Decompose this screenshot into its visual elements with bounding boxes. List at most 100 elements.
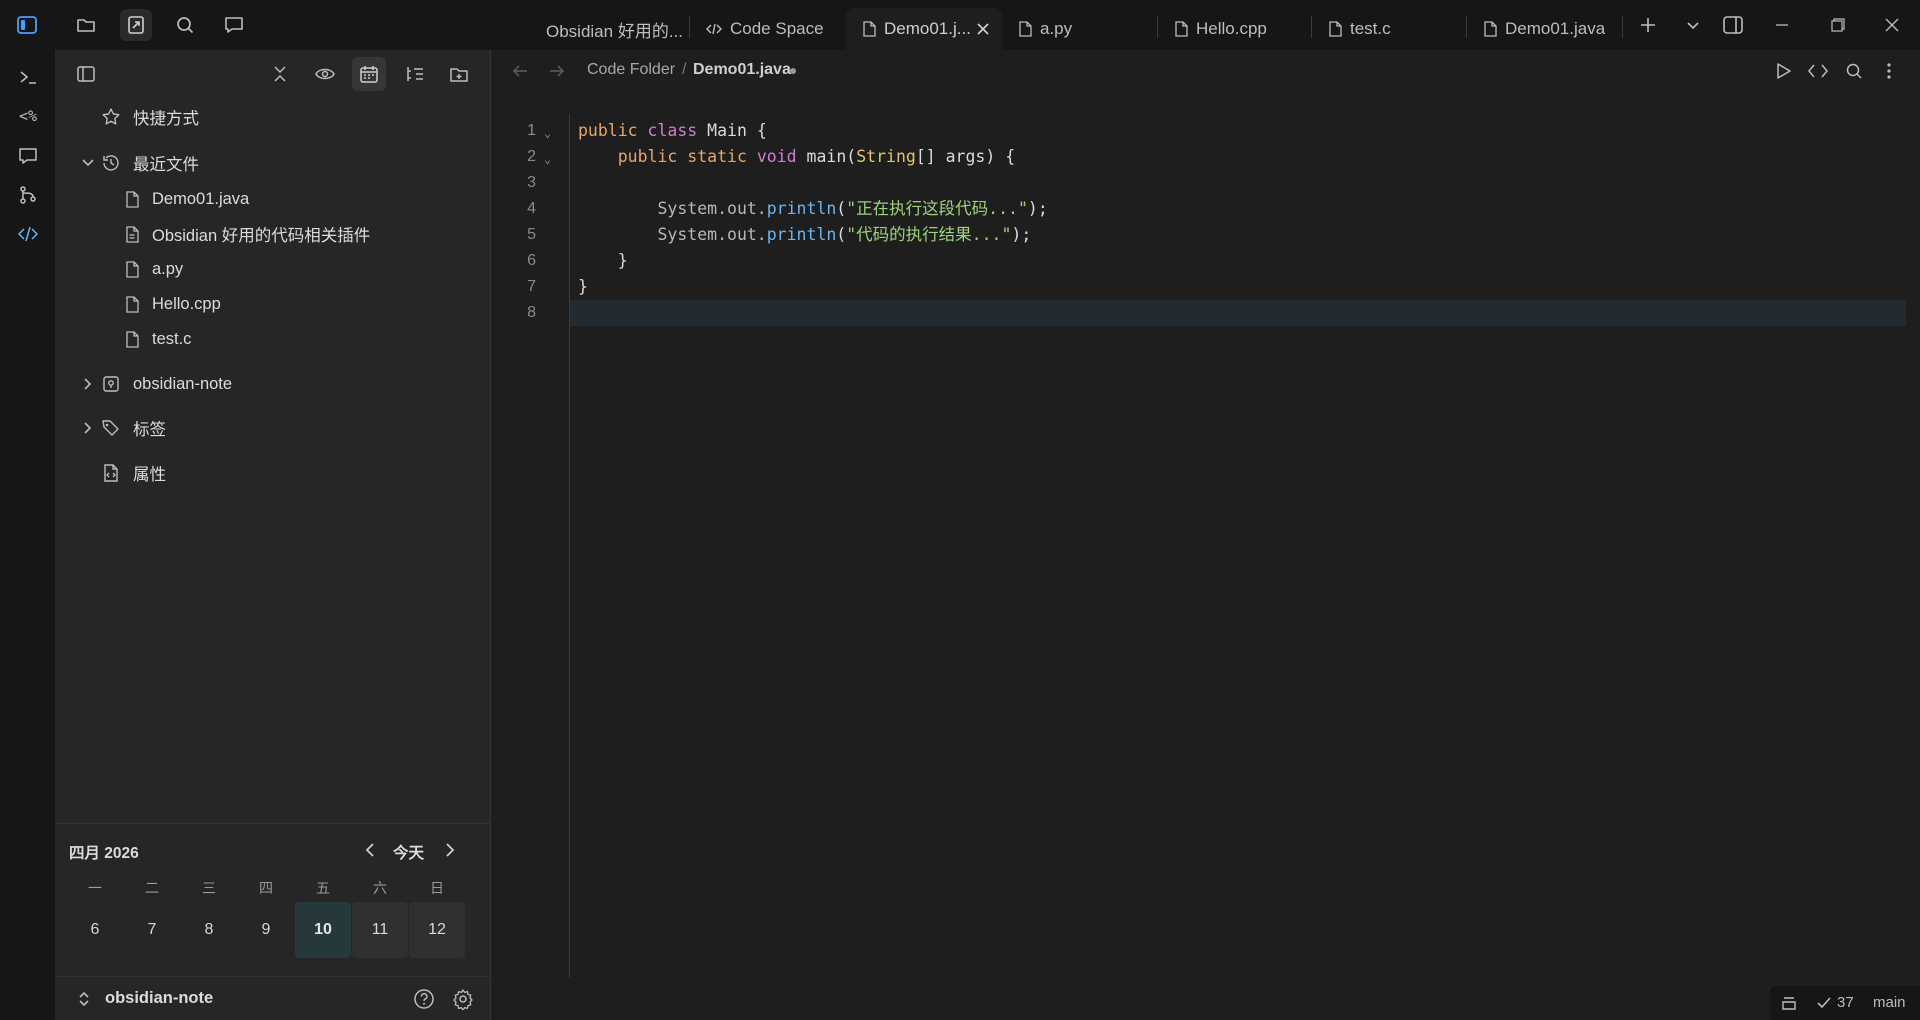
back-arrow-icon[interactable] bbox=[509, 59, 533, 83]
new-tab-plus-icon[interactable] bbox=[1632, 9, 1664, 41]
calendar-day[interactable]: 9 bbox=[238, 902, 294, 958]
calendar-today-button[interactable]: 今天 bbox=[393, 841, 424, 863]
git-branch-label[interactable]: main bbox=[1873, 994, 1906, 1011]
recent-files-section[interactable]: 最近文件 bbox=[55, 146, 491, 180]
sort-tree-icon[interactable] bbox=[398, 57, 432, 91]
chevron-right-icon[interactable] bbox=[81, 377, 95, 391]
calendar-next-icon[interactable] bbox=[442, 841, 458, 859]
file-sidebar: 快捷方式 最近文件 Demo01.java Obsidian 好用的代码相关插件… bbox=[55, 50, 491, 1020]
properties-icon bbox=[101, 463, 121, 483]
sidebar-toggle-icon[interactable] bbox=[11, 9, 43, 41]
tab-demo01-java-active[interactable]: Demo01.j... bbox=[846, 8, 1002, 50]
vault-name: obsidian-note bbox=[105, 989, 214, 1007]
restore-icon[interactable] bbox=[1822, 9, 1854, 41]
breadcrumb-file[interactable]: Demo01.java bbox=[693, 61, 791, 79]
bookmarks-section[interactable]: 快捷方式 bbox=[55, 100, 491, 134]
code-text: public class Main { bbox=[578, 121, 767, 140]
code-text: } bbox=[578, 277, 588, 296]
minimize-icon[interactable] bbox=[1766, 9, 1798, 41]
comment-icon[interactable] bbox=[13, 141, 43, 171]
code-line: 8 bbox=[492, 300, 1906, 326]
calendar-prev-icon[interactable] bbox=[362, 841, 378, 859]
folder-icon[interactable] bbox=[70, 9, 102, 41]
calendar-icon[interactable] bbox=[352, 57, 386, 91]
status-bar: 37 main bbox=[1770, 986, 1920, 1020]
file-icon bbox=[1174, 21, 1188, 37]
file-icon bbox=[125, 295, 139, 313]
close-icon[interactable] bbox=[974, 20, 992, 38]
eye-icon[interactable] bbox=[308, 57, 342, 91]
calendar-day[interactable]: 6 bbox=[67, 902, 123, 958]
document-icon bbox=[125, 225, 139, 243]
chat-icon[interactable] bbox=[218, 9, 250, 41]
line-number: 5 bbox=[527, 226, 536, 243]
calendar-day[interactable]: 11 bbox=[352, 902, 408, 958]
line-number: 7 bbox=[527, 278, 536, 295]
recent-file-label: test.c bbox=[152, 329, 192, 348]
tab-test-c[interactable]: test.c bbox=[1312, 8, 1468, 50]
status-count: 37 bbox=[1837, 994, 1854, 1011]
gear-icon[interactable] bbox=[452, 988, 474, 1010]
calendar-day-today[interactable]: 10 bbox=[295, 902, 351, 958]
calendar-day[interactable]: 12 bbox=[409, 902, 465, 958]
vault-folder-section[interactable]: obsidian-note bbox=[55, 367, 491, 401]
calendar-day[interactable]: 8 bbox=[181, 902, 237, 958]
editor-header: Code Folder / Demo01.java bbox=[492, 50, 1920, 90]
code-icon[interactable] bbox=[13, 219, 43, 249]
recent-file-label: Obsidian 好用的代码相关插件 bbox=[152, 227, 371, 245]
code-text: public static void main(String[] args) { bbox=[617, 147, 1016, 166]
file-icon bbox=[1483, 21, 1497, 37]
tab-label: Demo01.j... bbox=[884, 19, 971, 38]
tab-label: Code Space bbox=[730, 19, 824, 38]
recent-file-label: a.py bbox=[152, 259, 184, 278]
chevron-up-down-icon[interactable] bbox=[77, 990, 91, 1008]
terminal-icon[interactable] bbox=[13, 62, 43, 92]
code-view-icon[interactable] bbox=[1806, 59, 1830, 83]
calendar-day[interactable]: 7 bbox=[124, 902, 180, 958]
left-ribbon: <% bbox=[0, 50, 55, 1020]
git-branch-icon[interactable] bbox=[13, 180, 43, 210]
code-line: 4 System.out.println("正在执行这段代码..."); bbox=[492, 196, 1906, 222]
search-icon[interactable] bbox=[169, 9, 201, 41]
properties-label: 属性 bbox=[133, 466, 166, 484]
window-close-icon[interactable] bbox=[1876, 9, 1908, 41]
chevron-down-icon[interactable] bbox=[81, 156, 95, 170]
tags-section[interactable]: 标签 bbox=[55, 411, 491, 445]
weekday-label: 五 bbox=[316, 880, 330, 896]
chevron-right-icon[interactable] bbox=[81, 421, 95, 435]
tab-list-chevron-down-icon[interactable] bbox=[1677, 9, 1709, 41]
fold-chevron-icon[interactable]: ⌄ bbox=[544, 146, 551, 172]
code-line: 5 System.out.println("代码的执行结果..."); bbox=[492, 222, 1906, 248]
file-icon bbox=[125, 190, 139, 208]
list-item[interactable]: a.py bbox=[55, 252, 491, 286]
properties-section[interactable]: 属性 bbox=[55, 456, 491, 490]
tab-demo01-java[interactable]: Demo01.java bbox=[1467, 8, 1623, 50]
breadcrumb-folder[interactable]: Code Folder bbox=[587, 61, 675, 79]
code-text: System.out.println("代码的执行结果..."); bbox=[578, 225, 1032, 244]
run-play-icon[interactable] bbox=[1771, 59, 1795, 83]
help-icon[interactable] bbox=[413, 988, 435, 1010]
forward-arrow-icon[interactable] bbox=[544, 59, 568, 83]
templater-icon[interactable]: <% bbox=[13, 101, 43, 131]
vault-switcher[interactable]: obsidian-note bbox=[55, 976, 491, 1020]
collapse-sidebar-icon[interactable] bbox=[69, 57, 103, 91]
sync-stack-icon[interactable] bbox=[1780, 994, 1798, 1012]
line-number: 6 bbox=[527, 252, 536, 269]
list-item[interactable]: Hello.cpp bbox=[55, 287, 491, 321]
tab-hello-cpp[interactable]: Hello.cpp bbox=[1158, 8, 1314, 50]
vault-folder-label: obsidian-note bbox=[133, 374, 233, 393]
file-explorer-icon[interactable] bbox=[120, 9, 152, 41]
tab-obsidian-plugins[interactable]: Obsidian 好用的... bbox=[530, 8, 690, 50]
list-item[interactable]: Demo01.java bbox=[55, 182, 491, 216]
list-item[interactable]: test.c bbox=[55, 322, 491, 356]
more-options-icon[interactable] bbox=[1877, 59, 1901, 83]
tab-a-py[interactable]: a.py bbox=[1002, 8, 1158, 50]
search-icon[interactable] bbox=[1842, 59, 1866, 83]
tab-code-space[interactable]: Code Space bbox=[690, 8, 846, 50]
code-line: 2 ⌄ public static void main(String[] arg… bbox=[492, 144, 1906, 170]
list-item[interactable]: Obsidian 好用的代码相关插件 bbox=[55, 217, 491, 251]
collapse-all-icon[interactable] bbox=[263, 57, 297, 91]
right-sidebar-toggle-icon[interactable] bbox=[1717, 9, 1749, 41]
new-folder-icon[interactable] bbox=[442, 57, 476, 91]
fold-chevron-icon[interactable]: ⌄ bbox=[544, 120, 551, 146]
